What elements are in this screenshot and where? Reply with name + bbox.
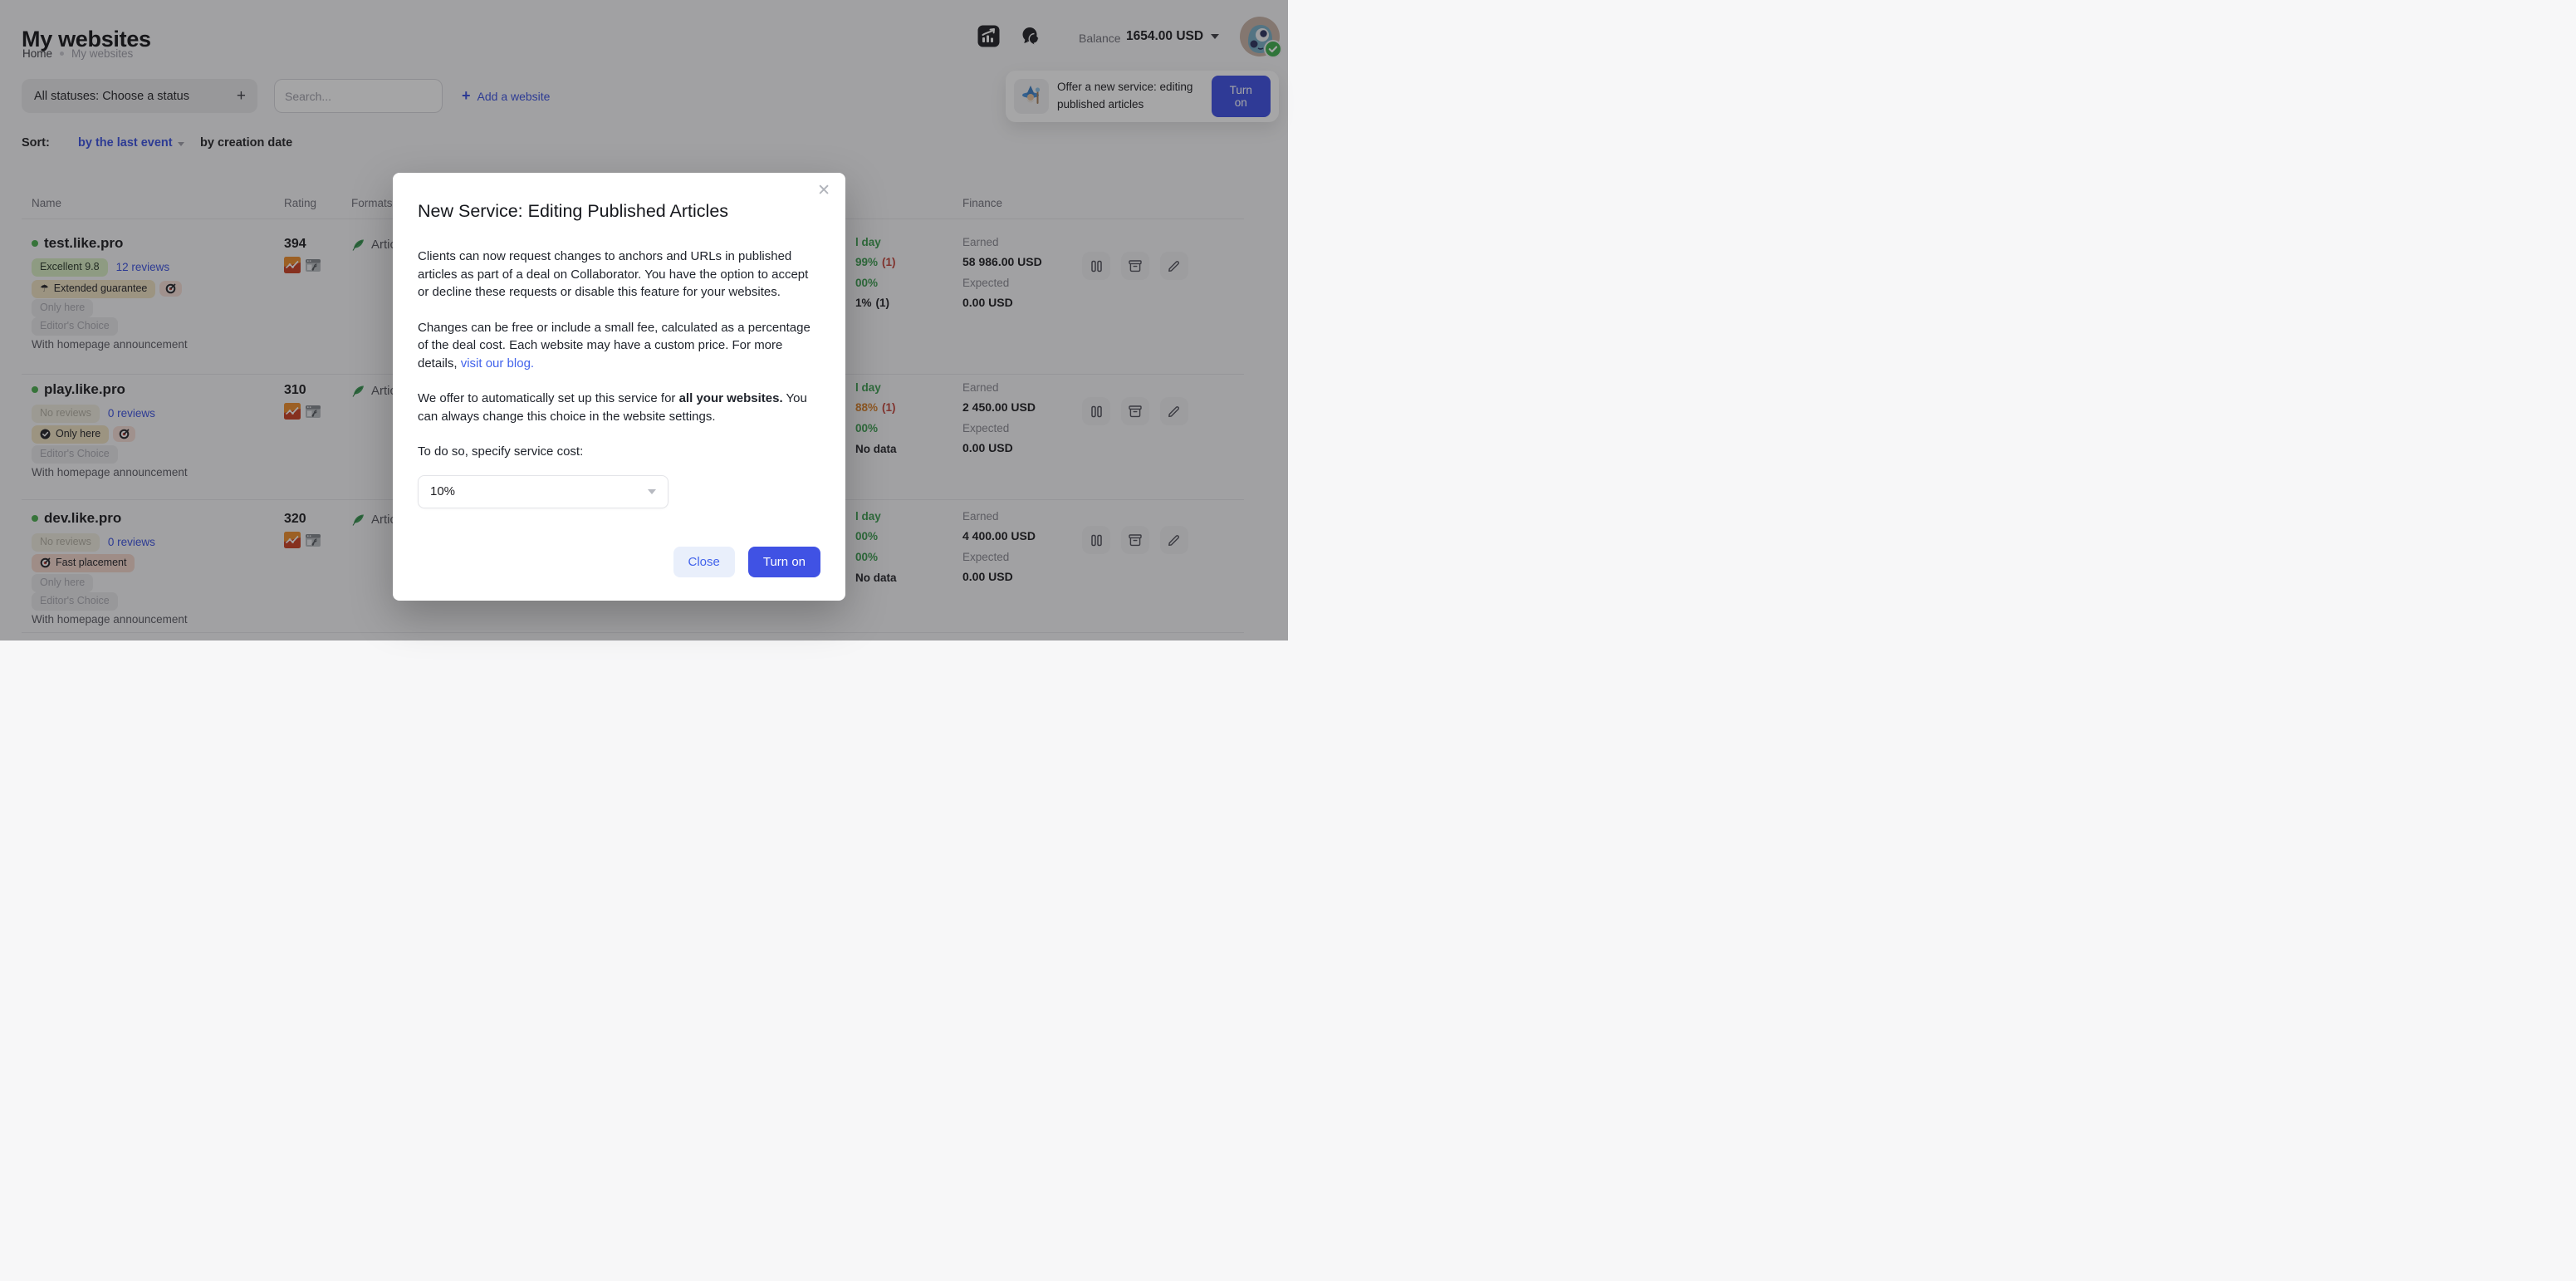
service-cost-select[interactable]: 10%: [418, 475, 668, 508]
service-cost-value: 10%: [430, 484, 455, 498]
caret-down-icon: [648, 489, 656, 494]
modal-paragraph-1: Clients can now request changes to ancho…: [418, 248, 820, 302]
modal-footer: Close Turn on: [673, 547, 821, 577]
modal-paragraph-3: We offer to automatically set up this se…: [418, 390, 820, 425]
modal-paragraph-2: Changes can be free or include a small f…: [418, 319, 820, 373]
new-service-modal: ✕ New Service: Editing Published Article…: [393, 173, 845, 601]
service-cost-label: To do so, specify service cost:: [418, 443, 820, 461]
turn-on-button[interactable]: Turn on: [748, 547, 820, 577]
close-button[interactable]: Close: [673, 547, 735, 577]
blog-link[interactable]: visit our blog.: [461, 356, 534, 371]
close-icon[interactable]: ✕: [817, 183, 830, 199]
modal-title: New Service: Editing Published Articles: [418, 201, 820, 222]
